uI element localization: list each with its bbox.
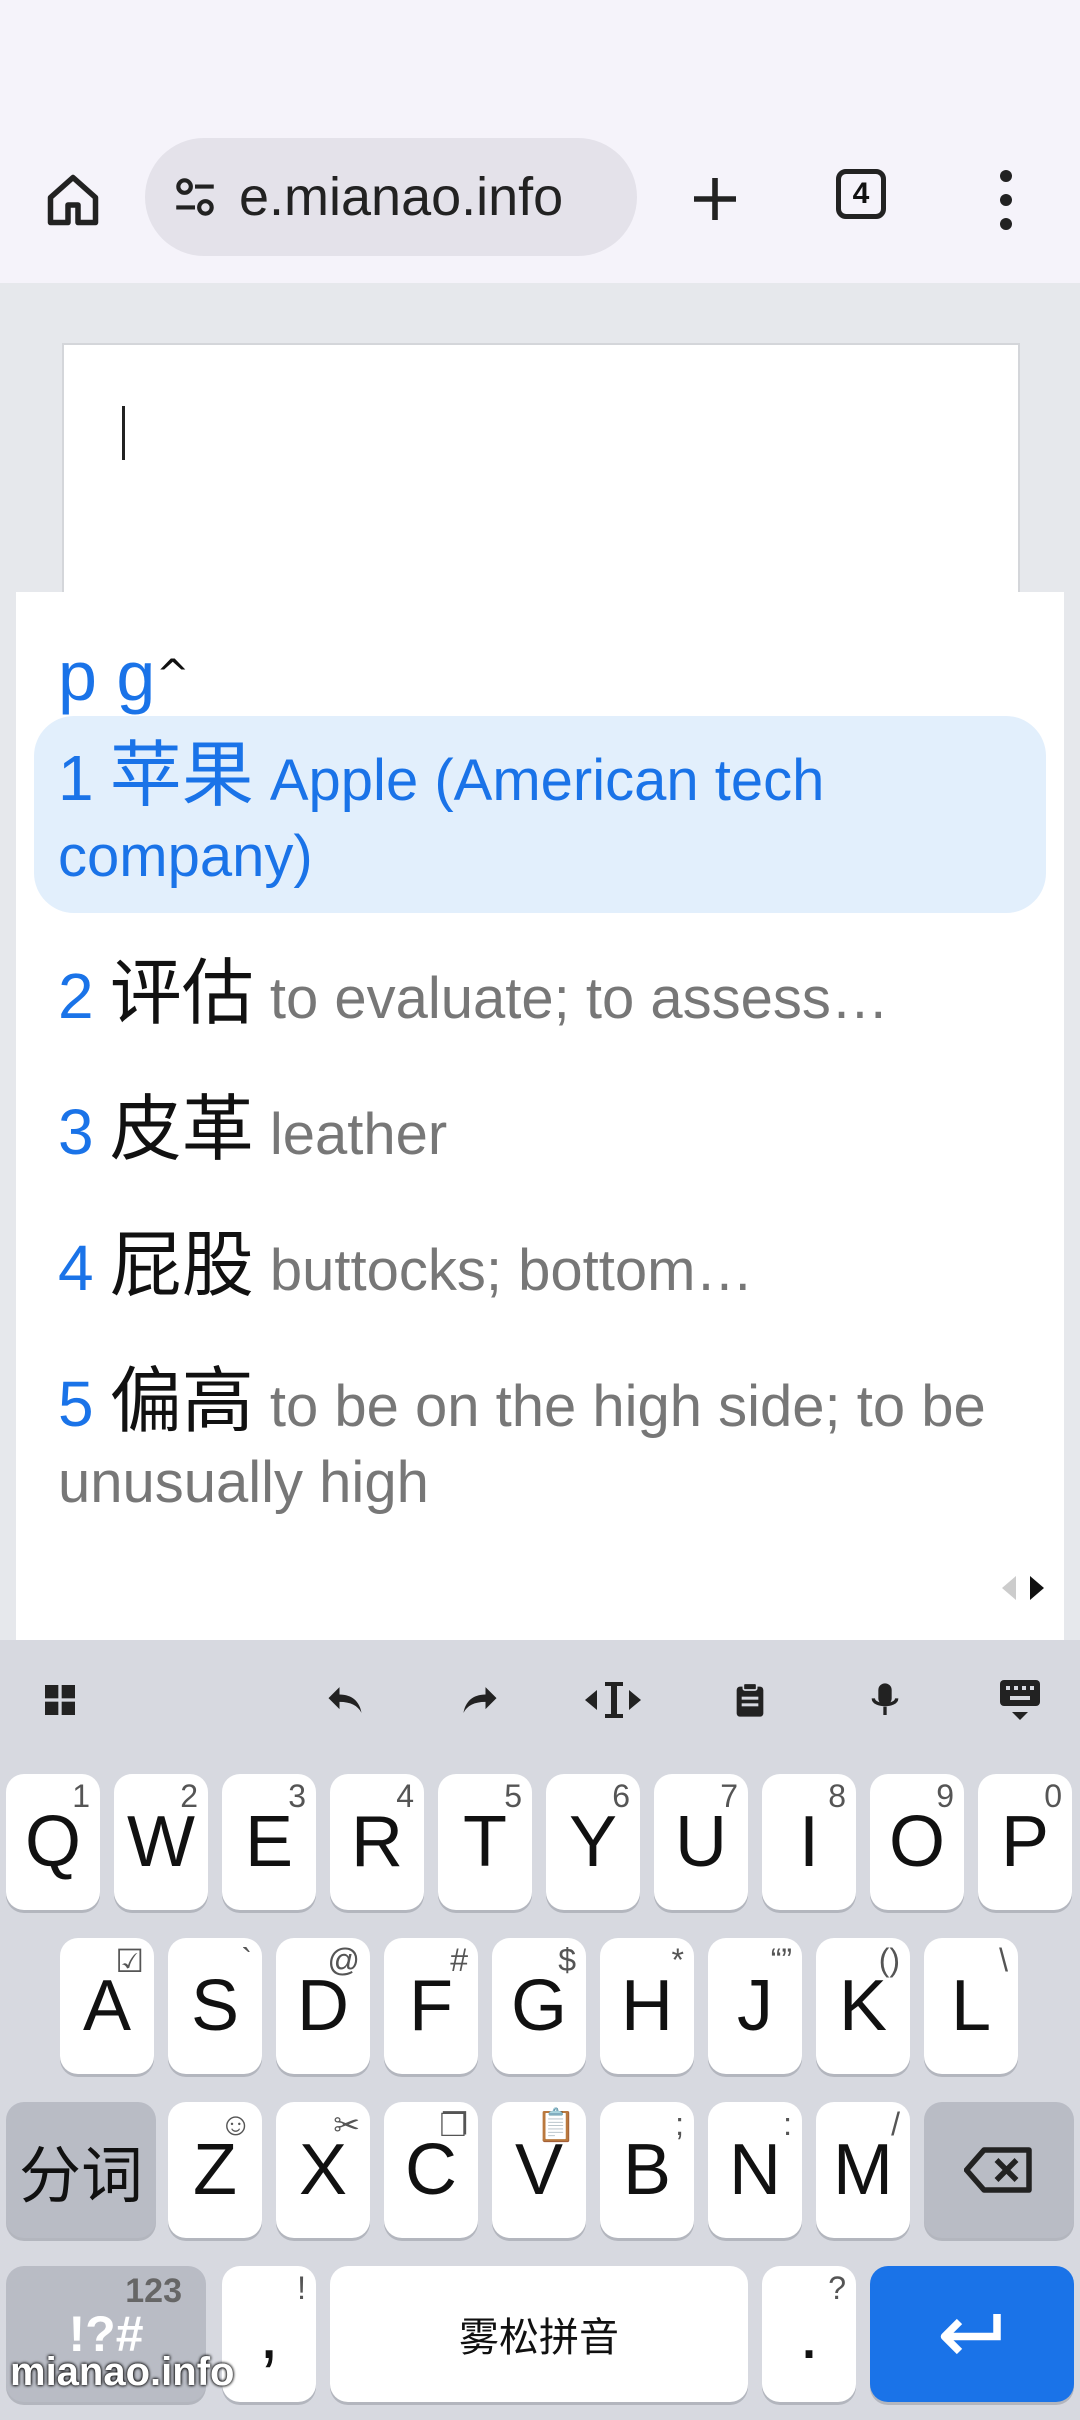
cursor-move-icon[interactable] bbox=[583, 1670, 643, 1730]
composition-text: p g bbox=[58, 637, 156, 715]
redo-icon[interactable] bbox=[450, 1670, 510, 1730]
key-g[interactable]: G $ bbox=[492, 1938, 586, 2074]
key-l[interactable]: L \ bbox=[924, 1938, 1018, 2074]
soft-keyboard: Q1 W2 E3 R4 T5 Y6 U7 I8 O9 P0 A ☑ S ` D @ F… bbox=[0, 1640, 1080, 2420]
candidate-gloss: leather bbox=[269, 1102, 448, 1167]
address-bar[interactable]: e.mianao.info bbox=[145, 138, 637, 256]
space-key[interactable]: 雾松拼音 bbox=[330, 2266, 748, 2402]
candidate-item[interactable]: 1 苹果 Apple (American tech company) bbox=[34, 716, 1046, 913]
candidate-hanzi: 评估 bbox=[109, 956, 254, 1034]
browser-toolbar: e.mianao.info 4 bbox=[0, 0, 1080, 283]
key-s[interactable]: S ` bbox=[168, 1938, 262, 2074]
candidate-gloss: to evaluate; to assess… bbox=[269, 966, 889, 1031]
url-text: e.mianao.info bbox=[239, 167, 564, 227]
key-j[interactable]: J “” bbox=[708, 1938, 802, 2074]
page-prev-icon[interactable] bbox=[1002, 1576, 1016, 1600]
key-n[interactable]: N: bbox=[708, 2102, 802, 2238]
backspace-key[interactable] bbox=[924, 2102, 1074, 2238]
key-z[interactable]: Z ☺ bbox=[168, 2102, 262, 2238]
key-u[interactable]: U7 bbox=[654, 1774, 748, 1910]
key-c[interactable]: C ❐ bbox=[384, 2102, 478, 2238]
key-q[interactable]: Q1 bbox=[6, 1774, 100, 1910]
candidate-number: 5 bbox=[58, 1368, 94, 1440]
key-p[interactable]: P0 bbox=[978, 1774, 1072, 1910]
hide-keyboard-icon[interactable] bbox=[990, 1670, 1050, 1730]
page-next-icon[interactable] bbox=[1030, 1576, 1044, 1600]
ime-candidate-panel: p g ^ 1 苹果 Apple (American tech company)… bbox=[16, 592, 1064, 1640]
key-f[interactable]: F # bbox=[384, 1938, 478, 2074]
segment-key[interactable]: 分词 bbox=[6, 2102, 156, 2238]
candidate-hanzi: 屁股 bbox=[109, 1226, 254, 1306]
text-cursor bbox=[122, 406, 125, 460]
candidate-number: 2 bbox=[58, 960, 94, 1032]
key-t[interactable]: T5 bbox=[438, 1774, 532, 1910]
key-b[interactable]: B; bbox=[600, 2102, 694, 2238]
candidate-pager bbox=[1002, 1576, 1044, 1600]
key-w[interactable]: W2 bbox=[114, 1774, 208, 1910]
key-m[interactable]: M / bbox=[816, 2102, 910, 2238]
undo-icon[interactable] bbox=[315, 1670, 375, 1730]
backspace-icon bbox=[964, 2147, 1032, 2193]
comma-key[interactable]: , ! bbox=[222, 2266, 316, 2402]
candidate-number: 3 bbox=[58, 1096, 94, 1168]
key-i[interactable]: I8 bbox=[762, 1774, 856, 1910]
site-settings-icon[interactable] bbox=[165, 167, 225, 227]
candidate-item[interactable]: 3 皮革 leather bbox=[58, 1092, 447, 1173]
key-h[interactable]: H * bbox=[600, 1938, 694, 2074]
key-d[interactable]: D @ bbox=[276, 1938, 370, 2074]
period-key[interactable]: . ? bbox=[762, 2266, 856, 2402]
key-v[interactable]: V 📋 bbox=[492, 2102, 586, 2238]
home-icon[interactable] bbox=[38, 165, 108, 235]
candidate-item[interactable]: 2 评估 to evaluate; to assess… bbox=[58, 956, 1018, 1037]
key-o[interactable]: O9 bbox=[870, 1774, 964, 1910]
enter-icon bbox=[940, 2314, 1001, 2355]
tab-switcher-button[interactable]: 4 bbox=[836, 169, 886, 219]
composition-caret-icon: ^ bbox=[156, 652, 190, 698]
key-a[interactable]: A ☑ bbox=[60, 1938, 154, 2074]
key-r[interactable]: R4 bbox=[330, 1774, 424, 1910]
key-e[interactable]: E3 bbox=[222, 1774, 316, 1910]
candidate-number: 4 bbox=[58, 1232, 94, 1304]
more-menu-icon[interactable] bbox=[986, 160, 1026, 240]
candidate-hanzi: 苹果 bbox=[109, 736, 254, 816]
candidate-item[interactable]: 5 偏高 to be on the high side; to be unusu… bbox=[58, 1364, 1038, 1521]
key-x[interactable]: X ✂ bbox=[276, 2102, 370, 2238]
candidate-hanzi: 偏高 bbox=[109, 1362, 254, 1442]
clipboard-icon[interactable] bbox=[720, 1670, 780, 1730]
key-y[interactable]: Y6 bbox=[546, 1774, 640, 1910]
apps-grid-icon[interactable] bbox=[30, 1670, 90, 1730]
keyboard-toolbar bbox=[0, 1640, 1080, 1760]
enter-key[interactable] bbox=[870, 2266, 1074, 2402]
key-k[interactable]: K() bbox=[816, 1938, 910, 2074]
new-tab-button[interactable] bbox=[680, 160, 750, 238]
candidate-item[interactable]: 4 屁股 buttocks; bottom… bbox=[58, 1228, 753, 1309]
watermark: mianao.info bbox=[10, 2350, 235, 2394]
candidate-number: 1 bbox=[58, 742, 94, 814]
plus-icon bbox=[694, 178, 736, 220]
candidate-hanzi: 皮革 bbox=[109, 1090, 254, 1170]
candidate-gloss: buttocks; bottom… bbox=[269, 1238, 754, 1303]
microphone-icon[interactable] bbox=[855, 1670, 915, 1730]
